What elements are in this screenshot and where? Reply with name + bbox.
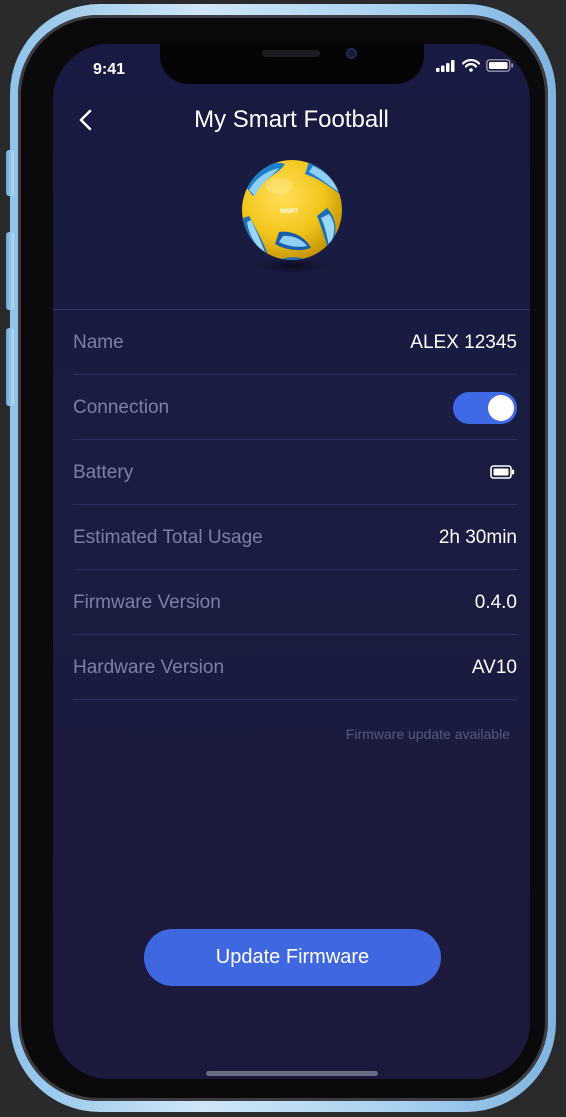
detail-row-usage: Estimated Total Usage 2h 30min [73,505,517,570]
notch [160,44,424,84]
signal-icon [436,60,455,72]
battery-icon [490,465,515,479]
page-title: My Smart Football [194,106,389,133]
header: My Smart Football [53,102,530,138]
update-available-note: Firmware update available [345,726,510,742]
silent-switch [6,150,14,196]
status-time: 9:41 [93,61,126,78]
name-value: ALEX 12345 [410,332,517,353]
detail-row-firmware: Firmware Version 0.4.0 [73,570,517,635]
detail-row-name: Name ALEX 12345 [73,310,517,375]
battery-label: Battery [73,462,134,483]
detail-row-hardware: Hardware Version AV10 [73,635,517,700]
home-indicator [206,1071,378,1076]
usage-label: Estimated Total Usage [73,527,263,548]
firmware-value: 0.4.0 [474,592,517,613]
connection-toggle[interactable] [453,392,517,424]
ball-logo-text: INSRT [280,209,298,215]
connection-label: Connection [73,397,170,418]
wifi-icon [462,59,480,72]
volume-up-button [6,232,14,310]
name-label: Name [73,332,124,353]
status-battery-icon [486,59,514,72]
toggle-knob [488,395,514,421]
hardware-label: Hardware Version [73,657,225,678]
detail-row-connection: Connection [73,375,517,440]
speaker-grille [262,50,320,57]
app-screen: 9:41 My Smart Football INSRT Name ALEX 1… [53,44,530,1079]
front-camera [346,48,357,59]
football-image: INSRT [239,156,345,276]
detail-row-battery: Battery [73,440,517,505]
status-icons [436,59,514,72]
firmware-label: Firmware Version [73,592,221,613]
update-firmware-button[interactable]: Update Firmware [144,929,441,986]
device-mockup: 9:41 My Smart Football INSRT Name ALEX 1… [0,0,566,1117]
volume-down-button [6,328,14,406]
device-details-list: Name ALEX 12345 Connection Battery Estim… [73,310,517,700]
usage-value: 2h 30min [438,527,517,548]
hardware-value: AV10 [471,657,517,678]
